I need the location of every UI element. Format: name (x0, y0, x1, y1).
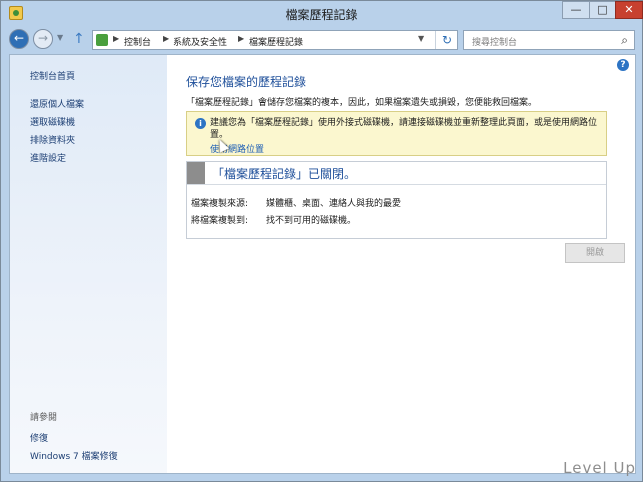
breadcrumb-separator-icon: ▶ (238, 34, 245, 43)
sidebar-item-restore[interactable]: 還原個人檔案 (30, 97, 84, 110)
address-bar[interactable]: ▶ 控制台 ▶ 系統及安全性 ▶ 檔案歷程記錄 ▼ ↻ (92, 30, 458, 50)
window-title: 檔案歷程記錄 (285, 8, 358, 22)
main-pane: ? 保存您檔案的歷程記錄 「檔案歷程記錄」會儲存您檔案的複本，因此，如果檔案遺失… (167, 55, 635, 473)
recommendation-notice: i 建議您為「檔案歷程記錄」使用外接式磁碟機，請連接磁碟機並重新整理此頁面，或是… (186, 111, 607, 156)
up-arrow-icon[interactable]: ↑ (73, 31, 85, 47)
arrow-left-icon: ← (13, 31, 25, 45)
back-button[interactable]: ← (9, 29, 29, 49)
address-dropdown-icon[interactable]: ▼ (418, 34, 424, 43)
see-also-label: 請參閱 (30, 413, 58, 423)
info-icon: i (195, 118, 206, 129)
refresh-icon[interactable]: ↻ (435, 31, 458, 49)
status-text: 「檔案歷程記錄」已關閉。 (212, 167, 357, 181)
enable-button[interactable]: 開啟 (565, 243, 625, 263)
notice-text: 建議您為「檔案歷程記錄」使用外接式磁碟機，請連接磁碟機並重新整理此頁面，或是使用… (210, 118, 598, 140)
breadcrumb-item[interactable]: 檔案歷程記錄 (249, 35, 303, 48)
search-input[interactable]: 搜尋控制台 (472, 35, 517, 48)
watermark: Level Up (563, 459, 636, 477)
sidebar-home-link[interactable]: 控制台首頁 (30, 69, 75, 82)
page-title: 保存您檔案的歷程記錄 (186, 75, 307, 89)
close-button[interactable]: ✕ (615, 1, 643, 19)
arrow-right-icon: → (37, 31, 49, 45)
page-description: 「檔案歷程記錄」會儲存您檔案的複本，因此，如果檔案遺失或損毀，您便能救回檔案。 (186, 98, 538, 108)
copy-target-label: 將檔案複製到: (191, 216, 249, 226)
forward-button[interactable]: → (33, 29, 53, 49)
copy-source-value: 媒體櫃、桌面、連絡人與我的最愛 (266, 199, 402, 209)
sidebar-item-win7-recovery[interactable]: Windows 7 檔案修復 (30, 449, 118, 462)
sidebar-item-advanced[interactable]: 進階設定 (30, 151, 66, 164)
maximize-button[interactable]: □ (589, 1, 615, 19)
control-panel-icon (96, 34, 108, 46)
file-history-window: 檔案歷程記錄 — □ ✕ ← → ▼ ↑ ▶ 控制台 ▶ 系統及安全性 ▶ 檔案… (0, 0, 643, 482)
search-icon[interactable]: ⌕ (621, 33, 628, 48)
help-icon[interactable]: ? (617, 59, 629, 71)
copy-source-label: 檔案複製來源: (191, 199, 249, 209)
breadcrumb-item[interactable]: 系統及安全性 (173, 35, 227, 48)
search-box[interactable]: 搜尋控制台 ⌕ (463, 30, 635, 50)
breadcrumb-separator-icon: ▶ (163, 34, 170, 43)
status-panel: 「檔案歷程記錄」已關閉。 檔案複製來源: 媒體櫃、桌面、連絡人與我的最愛 將檔案… (186, 161, 607, 239)
status-indicator (187, 162, 205, 184)
navigation-bar: ← → ▼ ↑ ▶ 控制台 ▶ 系統及安全性 ▶ 檔案歷程記錄 ▼ ↻ 搜尋控制… (1, 26, 642, 54)
sidebar-item-recovery[interactable]: 修復 (30, 431, 48, 444)
breadcrumb-separator-icon: ▶ (113, 34, 120, 43)
minimize-button[interactable]: — (562, 1, 589, 19)
breadcrumb-item[interactable]: 控制台 (124, 35, 151, 48)
recent-pages-chevron-icon[interactable]: ▼ (57, 33, 63, 42)
sidebar-item-select-drive[interactable]: 選取磁碟機 (30, 115, 75, 128)
status-header: 「檔案歷程記錄」已關閉。 (187, 162, 606, 185)
sidebar-item-exclude-folders[interactable]: 排除資料夾 (30, 133, 75, 146)
title-bar: 檔案歷程記錄 — □ ✕ (1, 1, 643, 26)
copy-target-value: 找不到可用的磁碟機。 (266, 216, 357, 226)
sidebar: 控制台首頁 還原個人檔案 選取磁碟機 排除資料夾 進階設定 請參閱 修復 Win… (10, 55, 167, 473)
content-area: 控制台首頁 還原個人檔案 選取磁碟機 排除資料夾 進階設定 請參閱 修復 Win… (9, 54, 636, 474)
